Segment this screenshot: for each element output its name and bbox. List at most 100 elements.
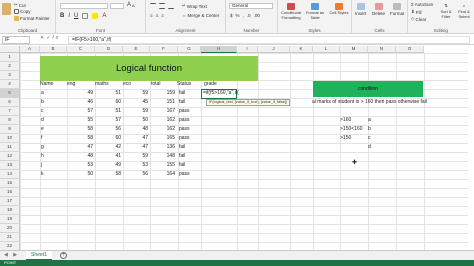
column-header-n[interactable]: N xyxy=(368,46,396,53)
row-header-13[interactable]: 13 xyxy=(0,161,20,170)
number-format-select[interactable]: General xyxy=(229,3,273,9)
font-color-icon[interactable]: A xyxy=(102,13,106,19)
cell-status[interactable]: fail xyxy=(179,143,199,152)
cell-styles-button[interactable]: Cell Styles xyxy=(328,3,350,16)
percent-icon[interactable]: % xyxy=(236,13,240,18)
formula-input[interactable]: =IF(F5>160,"a",if( xyxy=(68,35,470,44)
cell-name[interactable]: g xyxy=(41,143,65,152)
row-header-9[interactable]: 9 xyxy=(0,125,20,134)
row-header-18[interactable]: 18 xyxy=(0,206,20,215)
row-header-19[interactable]: 19 xyxy=(0,215,20,224)
row-header-21[interactable]: 21 xyxy=(0,233,20,242)
align-bottom-icon[interactable] xyxy=(168,3,174,9)
column-header-m[interactable]: M xyxy=(340,46,368,53)
cell-eng[interactable]: 57 xyxy=(68,107,93,116)
cell-status[interactable]: pass xyxy=(179,116,199,125)
comma-icon[interactable]: , xyxy=(243,13,244,18)
column-header-c[interactable]: C xyxy=(67,46,95,53)
autosum-button[interactable]: Σ AutoSum xyxy=(411,2,433,7)
row-header-2[interactable]: 2 xyxy=(0,62,20,71)
row-header-11[interactable]: 11 xyxy=(0,143,20,152)
row-header-5[interactable]: 5 xyxy=(0,89,20,98)
cell-maths[interactable]: 60 xyxy=(96,134,121,143)
paste-button[interactable] xyxy=(2,3,11,15)
align-middle-icon[interactable] xyxy=(159,3,165,9)
cell-name[interactable]: c xyxy=(41,107,65,116)
add-sheet-button[interactable]: + xyxy=(60,252,67,259)
cut-button[interactable]: ✂ Cut xyxy=(14,2,26,8)
cell-eng[interactable]: 53 xyxy=(68,161,93,170)
column-header-l[interactable]: L xyxy=(313,46,340,53)
cell-maths[interactable]: 58 xyxy=(96,170,121,179)
cell-eco[interactable]: 50 xyxy=(124,116,148,125)
align-left-icon[interactable]: ≡ xyxy=(150,13,153,18)
find-select-button[interactable]: ⌕ Find & Select xyxy=(456,3,472,19)
cell-name[interactable]: h xyxy=(41,152,65,161)
fill-button[interactable]: ⬇ Fill xyxy=(411,9,422,15)
cell-status[interactable]: fail xyxy=(179,161,199,170)
cell-status[interactable]: fail xyxy=(179,98,199,107)
cell-name[interactable]: k xyxy=(41,170,65,179)
column-header-b[interactable]: B xyxy=(40,46,67,53)
sort-filter-button[interactable]: ⇅ Sort & Filter xyxy=(438,3,454,19)
increase-font-button[interactable]: AA xyxy=(127,2,135,8)
cell-total[interactable]: 165 xyxy=(151,134,175,143)
column-header-a[interactable]: A xyxy=(20,46,40,53)
cell-total[interactable]: 151 xyxy=(151,98,175,107)
borders-icon[interactable] xyxy=(82,13,89,19)
cell-maths[interactable]: 60 xyxy=(96,98,121,107)
cell-eco[interactable]: 48 xyxy=(124,125,148,134)
underline-icon[interactable]: U xyxy=(74,13,78,19)
row-header-12[interactable]: 12 xyxy=(0,152,20,161)
cell-status[interactable]: fail xyxy=(179,89,199,98)
cell-eng[interactable]: 49 xyxy=(68,89,93,98)
cell-eco[interactable]: 47 xyxy=(124,143,148,152)
clear-button[interactable]: ◇ Clear xyxy=(411,16,426,22)
row-header-16[interactable]: 16 xyxy=(0,188,20,197)
bold-icon[interactable]: B xyxy=(60,13,64,19)
italic-icon[interactable]: I xyxy=(68,13,70,19)
font-size-select[interactable] xyxy=(110,3,124,9)
column-header-i[interactable]: I xyxy=(237,46,258,53)
align-center-icon[interactable]: ≡ xyxy=(156,13,159,18)
cell-eng[interactable]: 48 xyxy=(68,152,93,161)
cell-eco[interactable]: 53 xyxy=(124,161,148,170)
cell-name[interactable]: a xyxy=(41,89,65,98)
merge-center-button[interactable]: ⇔ Merge & Center xyxy=(182,13,219,18)
font-name-select[interactable] xyxy=(60,3,108,9)
cell-name[interactable]: d xyxy=(41,116,65,125)
cell-maths[interactable]: 51 xyxy=(96,89,121,98)
decrease-decimal-icon[interactable]: .00 xyxy=(254,13,260,18)
cell-eng[interactable]: 47 xyxy=(68,143,93,152)
cell-maths[interactable]: 56 xyxy=(96,125,121,134)
format-painter-button[interactable]: Format Painter xyxy=(14,16,50,21)
cell-eco[interactable]: 47 xyxy=(124,134,148,143)
select-all-corner[interactable] xyxy=(0,46,20,53)
cell-maths[interactable]: 57 xyxy=(96,116,121,125)
column-header-h[interactable]: H xyxy=(201,46,237,53)
cell-eng[interactable]: 50 xyxy=(68,170,93,179)
cell-eco[interactable]: 45 xyxy=(124,98,148,107)
align-right-icon[interactable]: ≡ xyxy=(161,13,164,18)
cell-eng[interactable]: 58 xyxy=(68,134,93,143)
cell-eco[interactable]: 59 xyxy=(124,89,148,98)
fill-color-icon[interactable] xyxy=(92,13,99,19)
column-header-d[interactable]: D xyxy=(95,46,123,53)
cell-name[interactable]: f xyxy=(41,134,65,143)
cell-status[interactable]: fail xyxy=(179,152,199,161)
insert-cells-button[interactable]: Insert xyxy=(355,3,366,16)
sheet-nav-arrows-icon[interactable]: ◀ ▶ xyxy=(4,252,19,258)
increase-decimal-icon[interactable]: .0 xyxy=(247,13,251,18)
copy-button[interactable]: Copy xyxy=(14,9,31,14)
insert-function-icon[interactable]: fx xyxy=(52,35,60,41)
row-header-6[interactable]: 6 xyxy=(0,98,20,107)
row-header-7[interactable]: 7 xyxy=(0,107,20,116)
cell-maths[interactable]: 51 xyxy=(96,107,121,116)
row-header-4[interactable]: 4 xyxy=(0,80,20,89)
delete-cells-button[interactable]: Delete xyxy=(372,3,385,16)
cell-status[interactable]: pass xyxy=(179,134,199,143)
align-top-icon[interactable] xyxy=(150,3,156,9)
cell-eco[interactable]: 56 xyxy=(124,170,148,179)
cell-status[interactable]: pass xyxy=(179,170,199,179)
name-box[interactable]: IF xyxy=(2,35,30,44)
